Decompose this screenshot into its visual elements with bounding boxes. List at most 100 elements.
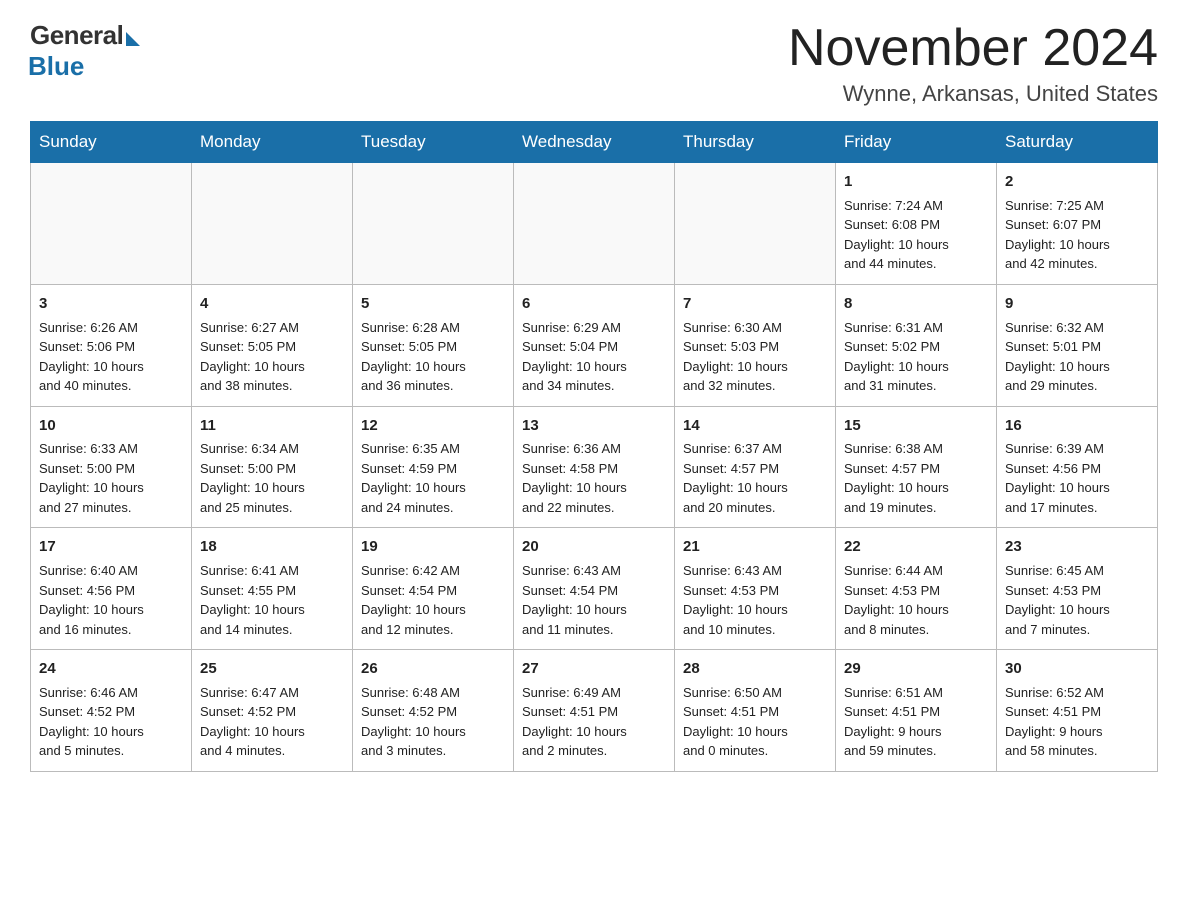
- calendar-cell: [31, 163, 192, 285]
- calendar-cell: 6Sunrise: 6:29 AMSunset: 5:04 PMDaylight…: [514, 284, 675, 406]
- calendar-cell: 27 Sunrise: 6:49 AMSunset: 4:51 PMDayligh…: [514, 650, 675, 772]
- day-number: 15: [844, 415, 988, 437]
- calendar-cell: 26 Sunrise: 6:48 AMSunset: 4:52 PMDayligh…: [353, 650, 514, 772]
- day-number: 2: [1005, 171, 1149, 193]
- calendar-cell: 22 Sunrise: 6:44 AMSunset: 4:53 PMDayligh…: [836, 528, 997, 650]
- day-info: Sunrise: 6:50 AMSunset: 4:51 PMDaylight:…: [683, 683, 827, 761]
- day-number: 22: [844, 536, 988, 558]
- location-title: Wynne, Arkansas, United States: [788, 81, 1158, 107]
- calendar-cell: 2 Sunrise: 7:25 AMSunset: 6:07 PMDaylight…: [997, 163, 1158, 285]
- day-info: Sunrise: 6:40 AMSunset: 4:56 PMDaylight:…: [39, 561, 183, 639]
- day-number: 1: [844, 171, 988, 193]
- day-info: Sunrise: 6:32 AMSunset: 5:01 PMDaylight:…: [1005, 318, 1149, 396]
- calendar-day-header: Friday: [836, 122, 997, 163]
- day-number: 10: [39, 415, 183, 437]
- day-info: Sunrise: 6:34 AMSunset: 5:00 PMDaylight:…: [200, 439, 344, 517]
- day-info: Sunrise: 6:30 AMSunset: 5:03 PMDaylight:…: [683, 318, 827, 396]
- calendar-cell: 14Sunrise: 6:37 AMSunset: 4:57 PMDayligh…: [675, 406, 836, 528]
- day-info: Sunrise: 6:46 AMSunset: 4:52 PMDaylight:…: [39, 683, 183, 761]
- day-info: Sunrise: 6:28 AMSunset: 5:05 PMDaylight:…: [361, 318, 505, 396]
- calendar-week-row: 10Sunrise: 6:33 AMSunset: 5:00 PMDayligh…: [31, 406, 1158, 528]
- calendar-cell: 28 Sunrise: 6:50 AMSunset: 4:51 PMDayligh…: [675, 650, 836, 772]
- page-header: General Blue November 2024 Wynne, Arkans…: [30, 20, 1158, 107]
- calendar-cell: [353, 163, 514, 285]
- day-number: 24: [39, 658, 183, 680]
- calendar-day-header: Sunday: [31, 122, 192, 163]
- day-number: 11: [200, 415, 344, 437]
- calendar-cell: 18 Sunrise: 6:41 AMSunset: 4:55 PMDayligh…: [192, 528, 353, 650]
- logo: General Blue: [30, 20, 140, 82]
- calendar-cell: 13Sunrise: 6:36 AMSunset: 4:58 PMDayligh…: [514, 406, 675, 528]
- calendar-day-header: Tuesday: [353, 122, 514, 163]
- calendar-week-row: 24 Sunrise: 6:46 AMSunset: 4:52 PMDayligh…: [31, 650, 1158, 772]
- day-info: Sunrise: 6:35 AMSunset: 4:59 PMDaylight:…: [361, 439, 505, 517]
- calendar-week-row: 3Sunrise: 6:26 AMSunset: 5:06 PMDaylight…: [31, 284, 1158, 406]
- day-info: Sunrise: 6:41 AMSunset: 4:55 PMDaylight:…: [200, 561, 344, 639]
- calendar-cell: 25Sunrise: 6:47 AMSunset: 4:52 PMDayligh…: [192, 650, 353, 772]
- day-number: 23: [1005, 536, 1149, 558]
- day-info: Sunrise: 6:39 AMSunset: 4:56 PMDaylight:…: [1005, 439, 1149, 517]
- day-number: 29: [844, 658, 988, 680]
- day-number: 12: [361, 415, 505, 437]
- day-info: Sunrise: 6:37 AMSunset: 4:57 PMDaylight:…: [683, 439, 827, 517]
- calendar-cell: [192, 163, 353, 285]
- day-number: 17: [39, 536, 183, 558]
- day-number: 14: [683, 415, 827, 437]
- calendar-cell: 3Sunrise: 6:26 AMSunset: 5:06 PMDaylight…: [31, 284, 192, 406]
- calendar-table: SundayMondayTuesdayWednesdayThursdayFrid…: [30, 121, 1158, 772]
- day-info: Sunrise: 6:36 AMSunset: 4:58 PMDaylight:…: [522, 439, 666, 517]
- calendar-cell: 29 Sunrise: 6:51 AMSunset: 4:51 PMDayligh…: [836, 650, 997, 772]
- day-number: 18: [200, 536, 344, 558]
- day-info: Sunrise: 6:44 AMSunset: 4:53 PMDaylight:…: [844, 561, 988, 639]
- day-info: Sunrise: 6:49 AMSunset: 4:51 PMDaylight:…: [522, 683, 666, 761]
- day-number: 4: [200, 293, 344, 315]
- day-info: Sunrise: 6:43 AMSunset: 4:54 PMDaylight:…: [522, 561, 666, 639]
- title-block: November 2024 Wynne, Arkansas, United St…: [788, 20, 1158, 107]
- calendar-header-row: SundayMondayTuesdayWednesdayThursdayFrid…: [31, 122, 1158, 163]
- calendar-cell: [675, 163, 836, 285]
- calendar-day-header: Saturday: [997, 122, 1158, 163]
- calendar-cell: 15Sunrise: 6:38 AMSunset: 4:57 PMDayligh…: [836, 406, 997, 528]
- calendar-cell: 21 Sunrise: 6:43 AMSunset: 4:53 PMDayligh…: [675, 528, 836, 650]
- day-info: Sunrise: 6:51 AMSunset: 4:51 PMDaylight:…: [844, 683, 988, 761]
- calendar-cell: 4 Sunrise: 6:27 AMSunset: 5:05 PMDaylight…: [192, 284, 353, 406]
- month-title: November 2024: [788, 20, 1158, 77]
- calendar-day-header: Thursday: [675, 122, 836, 163]
- logo-arrow-icon: [126, 32, 140, 46]
- day-number: 27: [522, 658, 666, 680]
- day-number: 16: [1005, 415, 1149, 437]
- calendar-day-header: Wednesday: [514, 122, 675, 163]
- day-info: Sunrise: 6:45 AMSunset: 4:53 PMDaylight:…: [1005, 561, 1149, 639]
- day-number: 9: [1005, 293, 1149, 315]
- day-number: 5: [361, 293, 505, 315]
- calendar-cell: 24 Sunrise: 6:46 AMSunset: 4:52 PMDayligh…: [31, 650, 192, 772]
- day-info: Sunrise: 7:25 AMSunset: 6:07 PMDaylight:…: [1005, 196, 1149, 274]
- calendar-cell: 12Sunrise: 6:35 AMSunset: 4:59 PMDayligh…: [353, 406, 514, 528]
- day-number: 26: [361, 658, 505, 680]
- day-number: 30: [1005, 658, 1149, 680]
- calendar-week-row: 1 Sunrise: 7:24 AMSunset: 6:08 PMDaylight…: [31, 163, 1158, 285]
- day-number: 25: [200, 658, 344, 680]
- day-number: 21: [683, 536, 827, 558]
- calendar-cell: 11Sunrise: 6:34 AMSunset: 5:00 PMDayligh…: [192, 406, 353, 528]
- calendar-cell: 10Sunrise: 6:33 AMSunset: 5:00 PMDayligh…: [31, 406, 192, 528]
- calendar-cell: 7 Sunrise: 6:30 AMSunset: 5:03 PMDaylight…: [675, 284, 836, 406]
- logo-general-text: General: [30, 20, 123, 51]
- day-info: Sunrise: 6:42 AMSunset: 4:54 PMDaylight:…: [361, 561, 505, 639]
- day-info: Sunrise: 7:24 AMSunset: 6:08 PMDaylight:…: [844, 196, 988, 274]
- day-info: Sunrise: 6:29 AMSunset: 5:04 PMDaylight:…: [522, 318, 666, 396]
- logo-blue-text: Blue: [28, 51, 84, 82]
- day-info: Sunrise: 6:43 AMSunset: 4:53 PMDaylight:…: [683, 561, 827, 639]
- day-info: Sunrise: 6:48 AMSunset: 4:52 PMDaylight:…: [361, 683, 505, 761]
- day-info: Sunrise: 6:27 AMSunset: 5:05 PMDaylight:…: [200, 318, 344, 396]
- calendar-cell: 9 Sunrise: 6:32 AMSunset: 5:01 PMDaylight…: [997, 284, 1158, 406]
- calendar-cell: 23 Sunrise: 6:45 AMSunset: 4:53 PMDayligh…: [997, 528, 1158, 650]
- calendar-cell: 17 Sunrise: 6:40 AMSunset: 4:56 PMDayligh…: [31, 528, 192, 650]
- calendar-cell: 20Sunrise: 6:43 AMSunset: 4:54 PMDayligh…: [514, 528, 675, 650]
- calendar-cell: [514, 163, 675, 285]
- day-number: 7: [683, 293, 827, 315]
- calendar-cell: 8Sunrise: 6:31 AMSunset: 5:02 PMDaylight…: [836, 284, 997, 406]
- calendar-day-header: Monday: [192, 122, 353, 163]
- day-number: 28: [683, 658, 827, 680]
- day-info: Sunrise: 6:52 AMSunset: 4:51 PMDaylight:…: [1005, 683, 1149, 761]
